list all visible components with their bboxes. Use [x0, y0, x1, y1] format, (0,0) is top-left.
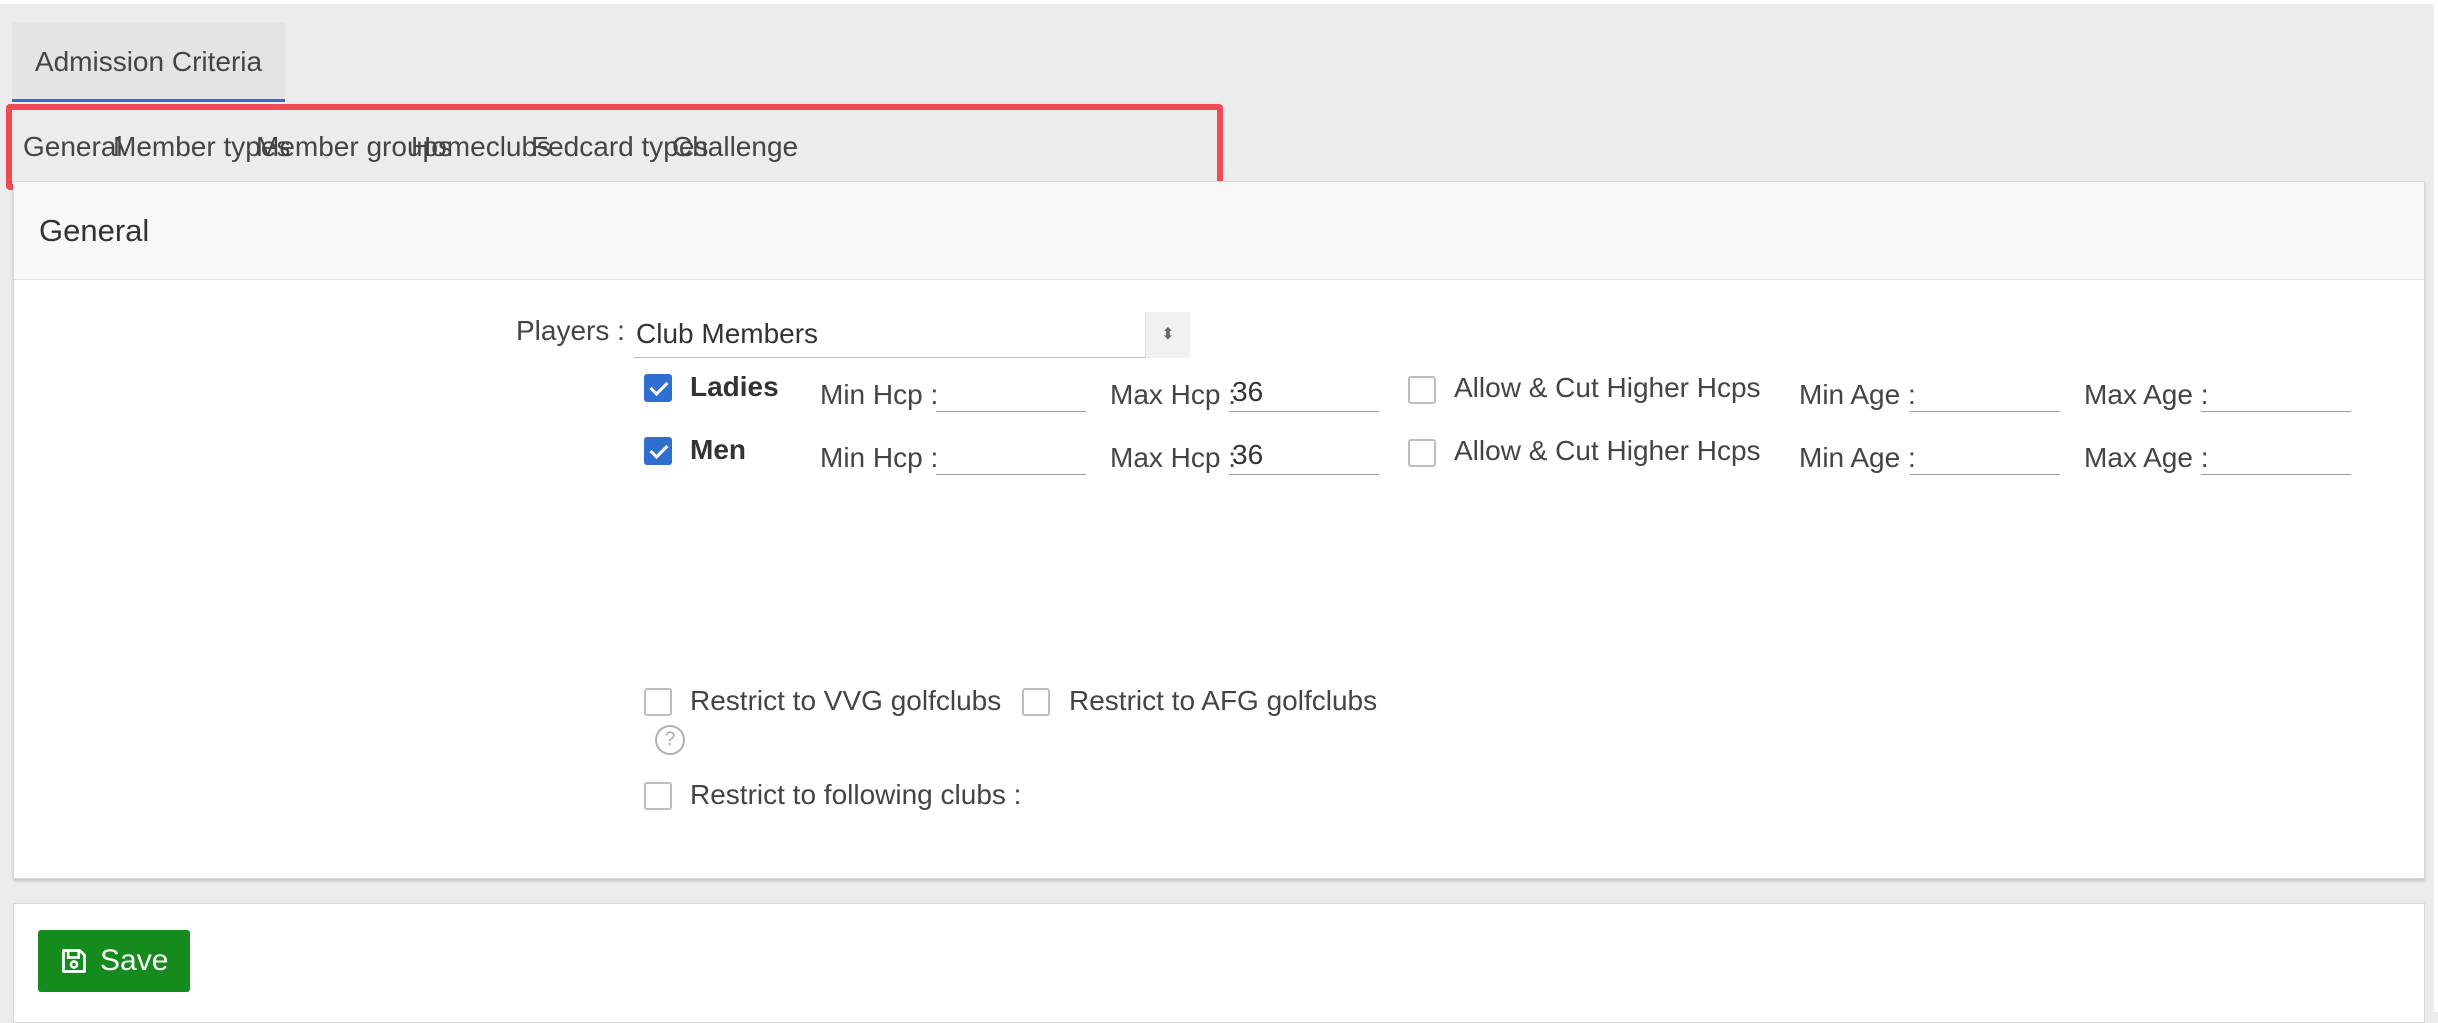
- ladies-max-age-input[interactable]: [2201, 372, 2351, 412]
- tab-general[interactable]: General: [23, 110, 123, 185]
- right-frame: [2434, 0, 2438, 1012]
- men-checkbox[interactable]: [644, 437, 672, 465]
- save-bar: Save: [13, 903, 2425, 1023]
- ladies-allow-cut-checkbox[interactable]: [1408, 376, 1436, 404]
- restrict-following-label: Restrict to following clubs :: [690, 779, 1022, 810]
- men-max-hcp-input[interactable]: 36: [1229, 435, 1379, 475]
- restrict-vvg-label: Restrict to VVG golfclubs: [690, 685, 1002, 716]
- subtabs-highlight: General Member types Member groups Homec…: [6, 104, 1223, 190]
- panel-header: General: [14, 182, 2424, 280]
- restrict-following-checkbox[interactable]: [644, 782, 672, 810]
- men-allow-cut-checkbox[interactable]: [1408, 439, 1436, 467]
- men-max-hcp-label: Max Hcp :: [1110, 442, 1237, 473]
- tab-homeclubs[interactable]: Homeclubs: [411, 110, 551, 184]
- ladies-min-hcp-label: Min Hcp :: [820, 379, 939, 410]
- men-min-hcp-label: Min Hcp :: [820, 442, 939, 473]
- tab-challenge[interactable]: Challenge: [672, 110, 798, 184]
- ladies-max-hcp-input[interactable]: 36: [1229, 372, 1379, 412]
- panel-title: General: [39, 213, 150, 248]
- tab-admission-criteria-label: Admission Criteria: [34, 46, 263, 77]
- restrict-afg-checkbox[interactable]: [1022, 688, 1050, 716]
- general-panel: General Players : Club Members ⬍ Ladies …: [13, 181, 2425, 879]
- men-min-age-label: Min Age :: [1799, 442, 1916, 473]
- help-icon[interactable]: ?: [655, 725, 685, 755]
- men-min-hcp-input[interactable]: [936, 435, 1086, 475]
- save-button-label: Save: [100, 944, 169, 977]
- men-max-age-label: Max Age :: [2084, 442, 2209, 473]
- men-label: Men: [690, 434, 746, 465]
- active-tab-indicator: [12, 99, 285, 102]
- tab-fedcard-types[interactable]: Fedcard types: [531, 110, 708, 184]
- save-button[interactable]: Save: [38, 930, 190, 992]
- ladies-min-age-label: Min Age :: [1799, 379, 1916, 410]
- tab-member-groups[interactable]: Member groups: [256, 110, 452, 184]
- ladies-allow-cut-label: Allow & Cut Higher Hcps: [1454, 372, 1761, 403]
- restrict-vvg-checkbox[interactable]: [644, 688, 672, 716]
- restrict-afg-label: Restrict to AFG golfclubs: [1069, 685, 1378, 716]
- players-select-value: Club Members: [636, 318, 819, 349]
- ladies-checkbox[interactable]: [644, 374, 672, 402]
- sort-arrows-icon: ⬍: [1145, 312, 1190, 358]
- tab-admission-criteria[interactable]: Admission Criteria: [12, 22, 285, 102]
- players-label: Players :: [516, 315, 625, 346]
- floppy-disk-icon: [62, 949, 86, 973]
- ladies-min-hcp-input[interactable]: [936, 372, 1086, 412]
- men-allow-cut-label: Allow & Cut Higher Hcps: [1454, 435, 1761, 466]
- ladies-min-age-input[interactable]: [1910, 372, 2060, 412]
- top-frame: [0, 0, 2438, 4]
- men-max-age-input[interactable]: [2201, 435, 2351, 475]
- ladies-label: Ladies: [690, 371, 779, 402]
- ladies-max-age-label: Max Age :: [2084, 379, 2209, 410]
- tab-member-types[interactable]: Member types: [113, 110, 290, 184]
- players-select[interactable]: Club Members ⬍: [634, 312, 1190, 358]
- ladies-max-hcp-label: Max Hcp :: [1110, 379, 1237, 410]
- men-min-age-input[interactable]: [1910, 435, 2060, 475]
